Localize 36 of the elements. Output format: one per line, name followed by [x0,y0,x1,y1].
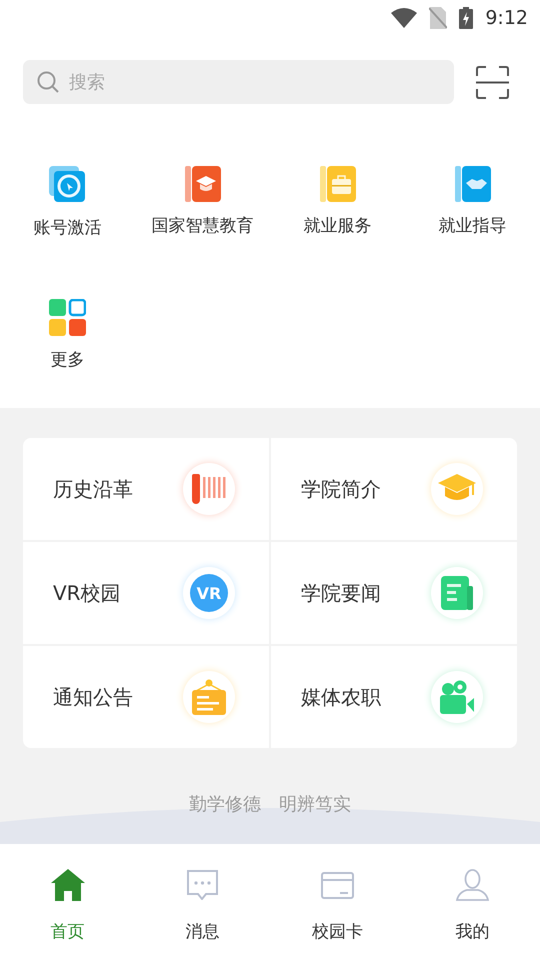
feature-item[interactable]: 学院要闻 [271,542,517,644]
motto-text: 勤学修德 明辨笃实 [188,793,352,816]
shortcut-item[interactable]: 账号激活 [0,166,135,239]
notice-board-icon [192,679,226,715]
nav-tab[interactable]: 首页 [0,844,135,960]
nav-tab[interactable]: 消息 [135,844,270,960]
feature-item[interactable]: VR校园 VR [23,542,269,644]
video-camera-icon [440,680,474,714]
person-icon [456,869,489,901]
vr-logo-icon: VR [190,574,228,612]
wifi-icon [391,8,418,28]
no-sim-icon [429,7,448,29]
status-time: 9:12 [485,7,528,29]
home-icon [50,869,84,901]
feature-item[interactable]: 媒体农职 [271,646,517,748]
target-icon [48,166,86,204]
grid-icon [49,299,86,336]
chat-bubble-icon [186,870,219,900]
shortcut-item[interactable]: 国家智慧教育 [135,166,270,239]
shortcut-item[interactable]: 就业指导 [405,166,540,239]
feature-item[interactable]: 通知公告 [23,646,269,748]
search-icon [37,71,59,93]
nav-tab[interactable]: 校园卡 [270,844,405,960]
shortcut-item[interactable]: 就业服务 [270,166,405,239]
search-field[interactable]: 搜索 [23,60,454,104]
shortcut-item[interactable]: 更多 [0,299,135,371]
graduation-cap-icon [184,166,220,202]
scroll-icon [192,474,226,504]
battery-charging-icon [459,7,474,29]
briefcase-icon [320,166,356,202]
feature-item[interactable]: 学院简介 [271,438,517,540]
scan-icon[interactable] [476,66,509,98]
document-icon [441,576,473,610]
card-icon [321,872,354,898]
nav-tab[interactable]: 我的 [405,844,540,960]
feature-item[interactable]: 历史沿革 [23,438,269,540]
